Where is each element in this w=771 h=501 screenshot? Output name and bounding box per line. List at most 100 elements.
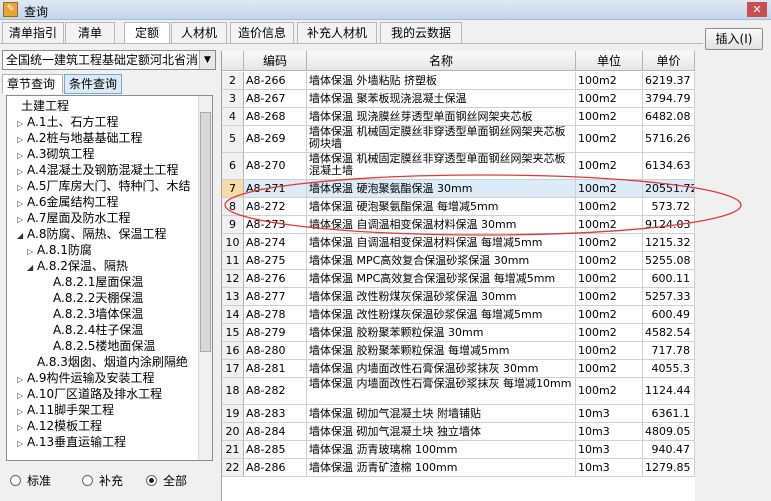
tree-item[interactable]: ▷ A.13垂直运输工程: [17, 434, 126, 450]
cell-unit: 10m3: [576, 441, 643, 459]
tree-item-label: A.2桩与地基基础工程: [27, 131, 143, 145]
table-row[interactable]: 12 A8-276 墙体保温 MPC高效复合保温砂浆保温 每增减5mm 100m2 60…: [222, 270, 695, 288]
tree-item[interactable]: ▷ A.8.1防腐: [27, 242, 92, 258]
tree-item[interactable]: ◢ A.8防腐、隔热、保温工程: [17, 226, 166, 242]
tab-6[interactable]: 我的云数据: [380, 22, 462, 44]
table-row[interactable]: 7 A8-271 墙体保温 硬泡聚氨酯保温 30mm 100m2 20551.72: [222, 180, 695, 198]
column-header-3[interactable]: 单位: [576, 51, 643, 71]
cell-unit: 100m2: [576, 153, 643, 180]
tab-chapter-query[interactable]: 章节查询: [2, 74, 63, 94]
tree-item[interactable]: ▷ A.7屋面及防水工程: [17, 210, 130, 226]
column-header-1[interactable]: 编码: [244, 51, 307, 71]
cell-price: 6361.1: [643, 405, 695, 423]
chapter-tree: 土建工程 ▷ A.1土、石方工程 ▷ A.2桩与地基基础工程 ▷ A.3砌筑工程 ▷ A.4混凝…: [6, 95, 213, 461]
tree-item[interactable]: ▷ A.3砌筑工程: [17, 146, 94, 162]
tab-1[interactable]: 清单: [65, 22, 115, 44]
table-row[interactable]: 11 A8-275 墙体保温 MPC高效复合保温砂浆保温 30mm 100m2 5255…: [222, 252, 695, 270]
expand-arrow-icon[interactable]: ▷: [17, 436, 27, 452]
cell-unit: 10m3: [576, 405, 643, 423]
column-header-2[interactable]: 名称: [307, 51, 576, 71]
table-row[interactable]: 17 A8-281 墙体保温 内墙面改性石膏保温砂浆抹灰 30mm 100m2 4055…: [222, 360, 695, 378]
table-row[interactable]: 8 A8-272 墙体保温 硬泡聚氨酯保温 每增减5mm 100m2 573.72: [222, 198, 695, 216]
table-row[interactable]: 3 A8-267 墙体保温 聚苯板现浇混凝土保温 100m2 3794.79: [222, 90, 695, 108]
library-select[interactable]: 全国统一建筑工程基础定额河北省消 ▼: [2, 50, 216, 70]
cell-unit: 100m2: [576, 360, 643, 378]
cell-n: 18: [222, 378, 244, 405]
tree-item[interactable]: ▷ A.9构件运输及安装工程: [17, 370, 154, 386]
insert-button[interactable]: 插入(I): [705, 28, 763, 50]
tree-item[interactable]: 土建工程: [11, 98, 69, 114]
table-row[interactable]: 2 A8-266 墙体保温 外墙粘贴 挤塑板 100m2 6219.37: [222, 72, 695, 90]
close-button[interactable]: ✕: [747, 2, 767, 17]
tree-item-label: 土建工程: [21, 99, 70, 113]
table-row[interactable]: 9 A8-273 墙体保温 自调温相变保温材料保温 30mm 100m2 9124.03: [222, 216, 695, 234]
tree-item-label: A.13垂直运输工程: [27, 435, 127, 449]
cell-unit: 100m2: [576, 198, 643, 216]
table-row[interactable]: 6 A8-270 墙体保温 机械固定膜丝非穿透型单面钢丝网架夹芯板 混凝土墙 100m…: [222, 153, 695, 180]
tree-item[interactable]: ▷ A.1土、石方工程: [17, 114, 118, 130]
tree-item[interactable]: A.8.3烟囱、烟道内涂刷隔绝: [27, 354, 188, 370]
cell-n: 7: [222, 180, 244, 198]
radio-supplement-dot[interactable]: [82, 475, 93, 486]
tree-item[interactable]: ▷ A.4混凝土及钢筋混凝土工程: [17, 162, 178, 178]
cell-price: 4055.3: [643, 360, 695, 378]
tree-item[interactable]: ◢ A.8.2保温、隔热: [27, 258, 128, 274]
cell-name: 墙体保温 内墙面改性石膏保温砂浆抹灰 每增减10mm: [307, 378, 576, 405]
tab-4[interactable]: 造价信息: [230, 22, 294, 44]
tree-scrollbar[interactable]: [198, 96, 212, 460]
chevron-down-icon[interactable]: ▼: [199, 51, 215, 69]
table-row[interactable]: 4 A8-268 墙体保温 现浇膜丝芽透型单面钢丝网架夹芯板 100m2 6482.08: [222, 108, 695, 126]
table-row[interactable]: 19 A8-283 墙体保温 砌加气混凝土块 附墙铺贴 10m3 6361.1: [222, 405, 695, 423]
radio-all[interactable]: 全部: [146, 472, 187, 489]
tab-0[interactable]: 清单指引: [2, 22, 64, 44]
tab-3[interactable]: 人材机: [171, 22, 227, 44]
expand-arrow-icon[interactable]: ◢: [17, 228, 27, 244]
table-row[interactable]: 10 A8-274 墙体保温 自调温相变保温材料保温 每增减5mm 100m2 1215…: [222, 234, 695, 252]
tree-item[interactable]: ▷ A.2桩与地基基础工程: [17, 130, 142, 146]
cell-n: 4: [222, 108, 244, 126]
radio-standard-dot[interactable]: [10, 475, 21, 486]
tree-item[interactable]: ▷ A.11脚手架工程: [17, 402, 114, 418]
cell-n: 10: [222, 234, 244, 252]
cell-code: A8-275: [244, 252, 307, 270]
cell-code: A8-272: [244, 198, 307, 216]
tree-item[interactable]: A.8.2.2天棚保温: [43, 290, 143, 306]
cell-price: 1279.85: [643, 459, 695, 477]
table-row[interactable]: 15 A8-279 墙体保温 胶粉聚苯颗粒保温 30mm 100m2 4582.54: [222, 324, 695, 342]
column-header-0[interactable]: [222, 51, 244, 71]
tree-item[interactable]: ▷ A.10厂区道路及排水工程: [17, 386, 162, 402]
tab-divider: [0, 43, 703, 44]
column-header-4[interactable]: 单价: [643, 51, 695, 71]
table-row[interactable]: 18 A8-282 墙体保温 内墙面改性石膏保温砂浆抹灰 每增减10mm 100m2 1…: [222, 378, 695, 405]
table-row[interactable]: 13 A8-277 墙体保温 改性粉煤灰保温砂浆保温 30mm 100m2 5257.3…: [222, 288, 695, 306]
expand-arrow-icon[interactable]: ◢: [27, 260, 37, 276]
table-row[interactable]: 22 A8-286 墙体保温 沥青矿渣棉 100mm 10m3 1279.85: [222, 459, 695, 477]
cell-unit: 10m3: [576, 459, 643, 477]
tree-scroll-thumb[interactable]: [200, 112, 211, 352]
cell-n: 16: [222, 342, 244, 360]
tree-item[interactable]: A.8.2.4柱子保温: [43, 322, 143, 338]
radio-supplement[interactable]: 补充: [82, 472, 123, 489]
cell-unit: 100m2: [576, 324, 643, 342]
tab-5[interactable]: 补充人材机: [297, 22, 377, 44]
table-row[interactable]: 20 A8-284 墙体保温 砌加气混凝土块 独立墙体 10m3 4809.05: [222, 423, 695, 441]
cell-unit: 100m2: [576, 72, 643, 90]
tree-item-label: A.12模板工程: [27, 419, 103, 433]
table-row[interactable]: 16 A8-280 墙体保温 胶粉聚苯颗粒保温 每增减5mm 100m2 717.78: [222, 342, 695, 360]
table-row[interactable]: 21 A8-285 墙体保温 沥青玻璃棉 100mm 10m3 940.47: [222, 441, 695, 459]
radio-standard-label: 标准: [27, 474, 52, 488]
table-row[interactable]: 5 A8-269 墙体保温 机械固定膜丝非穿透型单面钢丝网架夹芯板 砌块墙 100m2…: [222, 126, 695, 153]
tree-item[interactable]: ▷ A.12模板工程: [17, 418, 102, 434]
tree-item[interactable]: A.8.2.1屋面保温: [43, 274, 143, 290]
radio-all-label: 全部: [163, 474, 188, 488]
table-row[interactable]: 14 A8-278 墙体保温 改性粉煤灰保温砂浆保温 每增减5mm 100m2 600.…: [222, 306, 695, 324]
tab-2[interactable]: 定额: [124, 22, 170, 44]
tree-item[interactable]: A.8.2.5楼地面保温: [43, 338, 155, 354]
tree-item[interactable]: A.8.2.3墙体保温: [43, 306, 143, 322]
radio-standard[interactable]: 标准: [10, 472, 51, 489]
tree-item[interactable]: ▷ A.5厂库房大门、特种门、木结: [17, 178, 190, 194]
tree-item-label: A.6金属结构工程: [27, 195, 119, 209]
tab-condition-query[interactable]: 条件查询: [64, 74, 122, 94]
radio-all-dot[interactable]: [146, 475, 157, 486]
tree-item[interactable]: ▷ A.6金属结构工程: [17, 194, 118, 210]
